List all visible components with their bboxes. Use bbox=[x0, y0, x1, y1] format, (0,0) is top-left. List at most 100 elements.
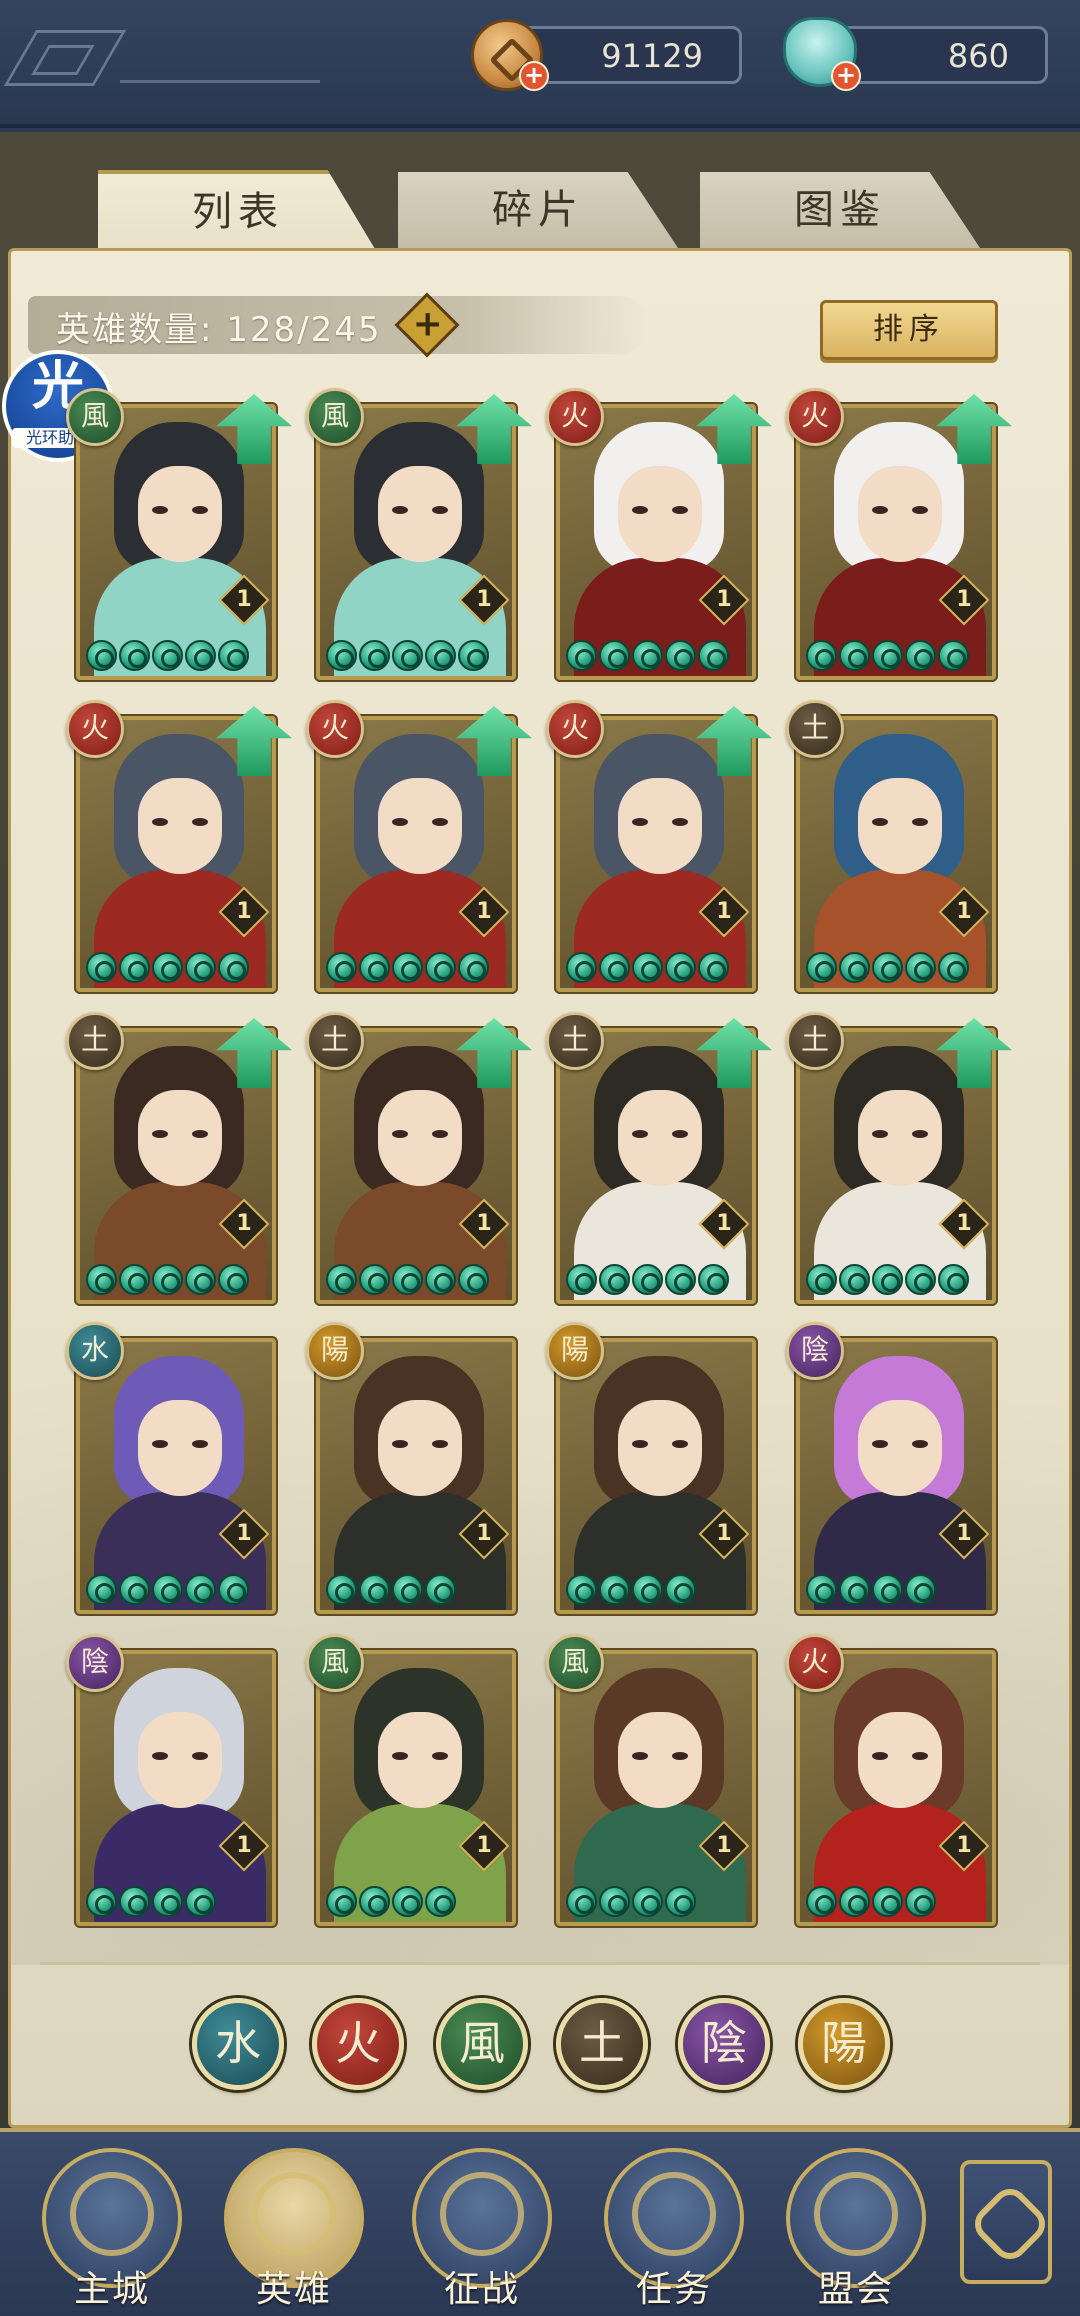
jade-star-icon bbox=[392, 952, 423, 983]
element-yin-icon: 陰 bbox=[786, 1322, 844, 1380]
hero-star-rating bbox=[566, 952, 729, 984]
filter-fire-button[interactable]: 火 bbox=[312, 1998, 404, 2090]
jade-star-icon bbox=[86, 1264, 117, 1295]
hero-eyes bbox=[872, 1752, 928, 1760]
jade-star-icon bbox=[359, 640, 390, 671]
nav-label: 任务 bbox=[635, 2269, 712, 2310]
hero-eyes bbox=[152, 1440, 208, 1448]
hero-eyes bbox=[152, 506, 208, 514]
jade-star-icon bbox=[326, 1574, 357, 1605]
jade-star-icon bbox=[632, 952, 663, 983]
jade-star-icon bbox=[938, 1264, 969, 1295]
hero-card[interactable]: 1 bbox=[316, 1650, 516, 1926]
hero-portrait bbox=[800, 1654, 992, 1922]
menu-icon[interactable] bbox=[3, 30, 127, 86]
hero-portrait bbox=[80, 1654, 272, 1922]
nav-tab-3[interactable]: 任务 bbox=[604, 2148, 744, 2316]
nav-tab-1[interactable]: 英雄 bbox=[224, 2148, 364, 2316]
jade-star-icon bbox=[872, 1886, 903, 1917]
jade-star-icon bbox=[806, 952, 837, 983]
hero-card[interactable]: 1 bbox=[76, 1338, 276, 1614]
jade-star-icon bbox=[359, 952, 390, 983]
jade-star-icon bbox=[698, 1264, 729, 1295]
filter-yang-button[interactable]: 陽 bbox=[798, 1998, 890, 2090]
jade-star-icon bbox=[905, 1574, 936, 1605]
jade-star-icon bbox=[566, 1886, 597, 1917]
more-menu-button[interactable] bbox=[960, 2160, 1053, 2284]
hero-card[interactable]: 1 bbox=[556, 1338, 756, 1614]
hero-face bbox=[378, 1712, 462, 1808]
nav-tab-0[interactable]: 主城 bbox=[42, 2148, 182, 2316]
hero-eyes bbox=[392, 818, 448, 826]
element-wind-icon: 風 bbox=[306, 1634, 364, 1692]
jade-star-icon bbox=[632, 640, 663, 671]
jade-star-icon bbox=[119, 1264, 150, 1295]
hero-eyes bbox=[872, 506, 928, 514]
hero-eyes bbox=[872, 1130, 928, 1138]
jade-star-icon bbox=[839, 1886, 870, 1917]
jade-star-icon bbox=[839, 1574, 870, 1605]
hero-card[interactable]: 1 bbox=[556, 1650, 756, 1926]
jade-star-icon bbox=[665, 952, 696, 983]
jade-star-icon bbox=[425, 1574, 456, 1605]
hero-level-value: 1 bbox=[716, 1211, 732, 1236]
hero-level-value: 1 bbox=[236, 587, 252, 612]
add-coins-icon[interactable]: + bbox=[519, 61, 549, 91]
jade-star-icon bbox=[839, 1264, 870, 1295]
hero-card[interactable]: 1 bbox=[796, 1338, 996, 1614]
hero-eyes bbox=[152, 818, 208, 826]
nav-tab-4[interactable]: 盟会 bbox=[786, 2148, 926, 2316]
hero-face bbox=[378, 1400, 462, 1496]
element-yin-icon: 陰 bbox=[66, 1634, 124, 1692]
hero-card[interactable]: 1 bbox=[796, 716, 996, 992]
hero-portrait bbox=[800, 720, 992, 988]
element-fire-icon: 火 bbox=[306, 700, 364, 758]
nav-tab-2[interactable]: 征战 bbox=[412, 2148, 552, 2316]
jade-star-icon bbox=[632, 1574, 663, 1605]
filter-water-button[interactable]: 水 bbox=[192, 1998, 284, 2090]
jade-star-icon bbox=[566, 952, 597, 983]
hero-level-value: 1 bbox=[476, 1521, 492, 1546]
hero-face bbox=[378, 466, 462, 562]
hero-star-rating bbox=[326, 640, 489, 672]
hero-level-value: 1 bbox=[236, 899, 252, 924]
element-earth-icon: 土 bbox=[546, 1012, 604, 1070]
sort-button[interactable]: 排序 bbox=[820, 300, 998, 360]
hero-portrait bbox=[320, 1654, 512, 1922]
jade-star-icon bbox=[566, 1574, 597, 1605]
hero-face bbox=[858, 778, 942, 874]
jade-star-icon bbox=[218, 1264, 249, 1295]
filter-wind-button[interactable]: 風 bbox=[436, 1998, 528, 2090]
coin-counter[interactable]: + 91129 bbox=[471, 19, 742, 91]
jade-star-icon bbox=[86, 640, 117, 671]
jade-star-icon bbox=[599, 1886, 630, 1917]
hero-star-rating bbox=[86, 1264, 249, 1296]
jade-star-icon bbox=[425, 952, 456, 983]
filter-yin-button[interactable]: 陰 bbox=[678, 1998, 770, 2090]
hero-portrait bbox=[560, 1342, 752, 1610]
jade-star-icon bbox=[872, 1264, 903, 1295]
jade-star-icon bbox=[86, 1886, 117, 1917]
hero-level-value: 1 bbox=[956, 1833, 972, 1858]
hero-count-label: 英雄数量: 128/245 bbox=[56, 310, 382, 350]
hero-eyes bbox=[392, 1440, 448, 1448]
element-wind-icon: 風 bbox=[306, 388, 364, 446]
hero-face bbox=[138, 1712, 222, 1808]
jade-star-icon bbox=[566, 1264, 597, 1295]
hero-card[interactable]: 1 bbox=[316, 1338, 516, 1614]
hero-star-rating bbox=[806, 640, 969, 672]
hero-eyes bbox=[392, 506, 448, 514]
hero-card[interactable]: 1 bbox=[796, 1650, 996, 1926]
jade-star-icon bbox=[698, 640, 729, 671]
hero-level-value: 1 bbox=[956, 1211, 972, 1236]
hero-card[interactable]: 1 bbox=[76, 1650, 276, 1926]
hero-level-value: 1 bbox=[476, 1211, 492, 1236]
filter-earth-button[interactable]: 土 bbox=[556, 1998, 648, 2090]
hero-face bbox=[138, 466, 222, 562]
jade-counter[interactable]: + 860 bbox=[783, 17, 1048, 91]
jade-star-icon bbox=[905, 1886, 936, 1917]
add-jade-icon[interactable]: + bbox=[831, 61, 861, 91]
hero-eyes bbox=[632, 1440, 688, 1448]
element-yang-icon: 陽 bbox=[306, 1322, 364, 1380]
element-fire-icon: 火 bbox=[66, 700, 124, 758]
